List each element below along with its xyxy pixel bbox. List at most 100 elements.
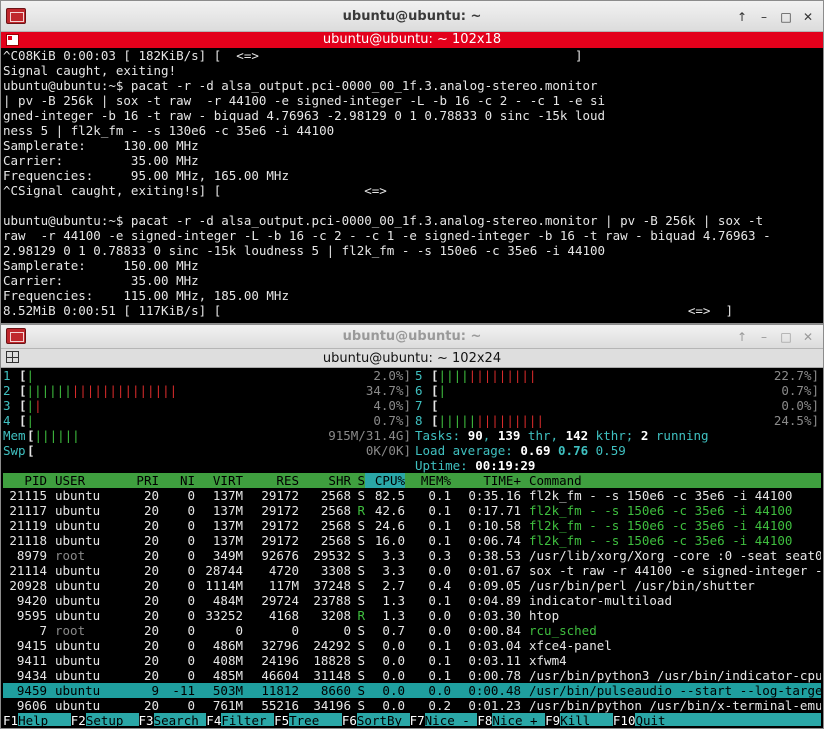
maximize-button[interactable]: □: [777, 329, 795, 345]
column-header-cpu[interactable]: CPU%: [365, 473, 405, 488]
close-button[interactable]: ✕: [799, 9, 817, 25]
cell-pri: 20: [143, 593, 159, 608]
cell-pid: 9606: [16, 698, 47, 713]
fkey-label-kill[interactable]: Kill: [560, 713, 613, 726]
terminal-window-htop[interactable]: ubuntu@ubuntu: ~ ↑ – □ ✕ ubuntu@ubuntu: …: [0, 324, 824, 729]
terminal-icon[interactable]: [6, 34, 19, 46]
cell-pri: 20: [143, 563, 159, 578]
table-row[interactable]: 9595 ubuntu 20 0 33252 4168 3208 R 1.3 0.0 0:03.30…: [3, 608, 821, 623]
fkey-label-nice[interactable]: Nice +: [492, 713, 546, 726]
column-header-pid[interactable]: PID: [3, 473, 47, 488]
swp-meter: Swp[0K/0K]: [3, 443, 411, 458]
fkey-label-setup[interactable]: Setup: [85, 713, 139, 726]
terminal-line: ubuntu@ubuntu:~$ pacat -r -d alsa_output…: [3, 78, 598, 93]
column-header-cmd[interactable]: Command: [521, 473, 821, 488]
fkey-f7[interactable]: F7: [409, 713, 425, 726]
table-row[interactable]: 20928 ubuntu 20 0 1114M 117M 37248 S 2.7 0.4 0:09.…: [3, 578, 821, 593]
cell-pri: 20: [143, 488, 159, 503]
minimize-button[interactable]: –: [755, 9, 773, 25]
shade-button[interactable]: ↑: [733, 329, 751, 345]
fkey-label-quit[interactable]: Quit: [635, 713, 821, 726]
cell-virt: 28744: [205, 563, 243, 578]
table-row[interactable]: 9420 ubuntu 20 0 484M 29724 23788 S 1.3 0.1 0:04.8…: [3, 593, 821, 608]
close-button[interactable]: ✕: [799, 329, 817, 345]
cell-user: ubuntu: [55, 503, 101, 518]
cell-cpu: 24.6: [374, 518, 405, 533]
table-row[interactable]: 21114 ubuntu 20 0 28744 4720 3308 S 3.3 0.0 0:01.6…: [3, 563, 821, 578]
table-row[interactable]: 21117 ubuntu 20 0 137M 29172 2568 R 42.6 0.1 0:17.…: [3, 503, 821, 518]
fkey-label-help[interactable]: Help: [18, 713, 71, 726]
column-header-ni[interactable]: NI: [159, 473, 195, 488]
fkey-f6[interactable]: F6: [341, 713, 357, 726]
cpu-bars: |: [438, 383, 447, 398]
cell-shr: 34196: [313, 698, 351, 713]
cpu-bars: ||||||||||||||: [438, 413, 544, 428]
fkey-f5[interactable]: F5: [274, 713, 290, 726]
column-header-virt[interactable]: VIRT: [195, 473, 243, 488]
fkey-label-search[interactable]: Search: [153, 713, 207, 726]
load-15min: 0.59: [595, 443, 626, 458]
window-titlebar[interactable]: ubuntu@ubuntu: ~ ↑ – □ ✕: [1, 325, 823, 349]
column-header-user[interactable]: USER: [47, 473, 107, 488]
terminal-window-top[interactable]: ubuntu@ubuntu: ~ ↑ – □ ✕ ubuntu@ubuntu: …: [0, 0, 824, 324]
table-row[interactable]: 9434 ubuntu 20 0 485M 46604 31148 S 0.0 0.1 0:00.7…: [3, 668, 821, 683]
maximize-button[interactable]: □: [777, 9, 795, 25]
cell-time: 0:03.11: [468, 653, 521, 668]
table-row[interactable]: 21118 ubuntu 20 0 137M 29172 2568 S 16.0 0.1 0:06.…: [3, 533, 821, 548]
table-row[interactable]: 7 root 20 0 0 0 0 S 0.7 0.0 0:00.84 rcu_sched: [3, 623, 821, 638]
table-row[interactable]: 9411 ubuntu 20 0 408M 24196 18828 S 0.0 0.1 0:03.1…: [3, 653, 821, 668]
cell-ni: 0: [187, 578, 195, 593]
fkey-f1[interactable]: F1: [3, 713, 19, 726]
cell-ni: 0: [187, 668, 195, 683]
cpu-meter: 7 [0.0%]: [415, 398, 819, 413]
cell-user: ubuntu: [55, 533, 101, 548]
cpu-value: 4.0%]: [373, 398, 411, 413]
cell-cmd: /usr/bin/perl /usr/bin/shutter: [529, 578, 755, 593]
process-table[interactable]: 21115 ubuntu 20 0 137M 29172 2568 S 82.5 0.1 0:35.…: [3, 488, 821, 713]
cpu-label: 7: [415, 398, 423, 413]
cell-res: 29172: [261, 518, 299, 533]
table-row[interactable]: 9459 ubuntu 9 -11 503M 11812 8660 S 0.0 0.0 0:00.4…: [3, 683, 821, 698]
fkey-f3[interactable]: F3: [138, 713, 154, 726]
table-row[interactable]: 21119 ubuntu 20 0 137M 29172 2568 S 24.6 0.1 0:10.…: [3, 518, 821, 533]
fkey-f8[interactable]: F8: [477, 713, 493, 726]
load-1min: 0.69: [520, 443, 551, 458]
table-row[interactable]: 9606 ubuntu 20 0 761M 55216 34196 S 0.0 0.2 0:01.2…: [3, 698, 821, 713]
fkey-f10[interactable]: F10: [612, 713, 636, 726]
minimize-button[interactable]: –: [755, 329, 773, 345]
column-header-st[interactable]: S: [351, 473, 365, 488]
meter-bracket: [: [19, 398, 27, 413]
table-row[interactable]: 8979 root 20 0 349M 92676 29532 S 3.3 0.3 0:38.53 /…: [3, 548, 821, 563]
cell-cpu: 3.3: [382, 548, 405, 563]
column-header-time[interactable]: TIME+: [451, 473, 521, 488]
window-titlebar[interactable]: ubuntu@ubuntu: ~ ↑ – □ ✕: [1, 1, 823, 32]
fkey-label-filter[interactable]: Filter: [221, 713, 275, 726]
fkey-f9[interactable]: F9: [545, 713, 561, 726]
process-table-header[interactable]: PID USER PRI NI VIRT RES SHR S CPU% MEM% TIME+ Comm…: [3, 473, 821, 488]
cell-time: 0:01.67: [468, 563, 521, 578]
column-header-res[interactable]: RES: [243, 473, 299, 488]
cell-cmd: indicator-multiload: [529, 593, 672, 608]
terminal-output[interactable]: ^C08KiB 0:00:03 [ 182KiB/s] [ <=> ] Signa…: [3, 48, 821, 320]
fkey-f4[interactable]: F4: [206, 713, 222, 726]
table-row[interactable]: 21115 ubuntu 20 0 137M 29172 2568 S 82.5 0.1 0:35.…: [3, 488, 821, 503]
function-key-bar[interactable]: F1 Help F2 Setup F3 Search F4 Filter F5 Tree F6 Sor…: [3, 713, 821, 726]
column-header-pri[interactable]: PRI: [107, 473, 159, 488]
table-row[interactable]: 9415 ubuntu 20 0 486M 32796 24292 S 0.0 0.1 0:03.0…: [3, 638, 821, 653]
uptime-line: Uptime: 00:19:29: [415, 458, 819, 473]
cell-pri: 20: [143, 668, 159, 683]
shade-button[interactable]: ↑: [733, 9, 751, 25]
cell-pri: 20: [143, 548, 159, 563]
htop-screen[interactable]: 1[| 2.0%] 2[|||||||||||||||||||| 34.7%] 3[||…: [3, 368, 821, 726]
fkey-label-nice[interactable]: Nice -: [424, 713, 478, 726]
fkey-label-tree[interactable]: Tree: [289, 713, 342, 726]
cell-st: R: [357, 608, 365, 623]
fkey-f2[interactable]: F2: [70, 713, 86, 726]
column-header-shr[interactable]: SHR: [299, 473, 351, 488]
terminal-icon[interactable]: [6, 351, 19, 363]
window-title: ubuntu@ubuntu: ~: [342, 329, 482, 344]
cell-user: ubuntu: [55, 608, 101, 623]
column-header-mem[interactable]: MEM%: [405, 473, 451, 488]
fkey-label-sortby[interactable]: SortBy: [356, 713, 410, 726]
cell-shr: 3208: [320, 608, 351, 623]
